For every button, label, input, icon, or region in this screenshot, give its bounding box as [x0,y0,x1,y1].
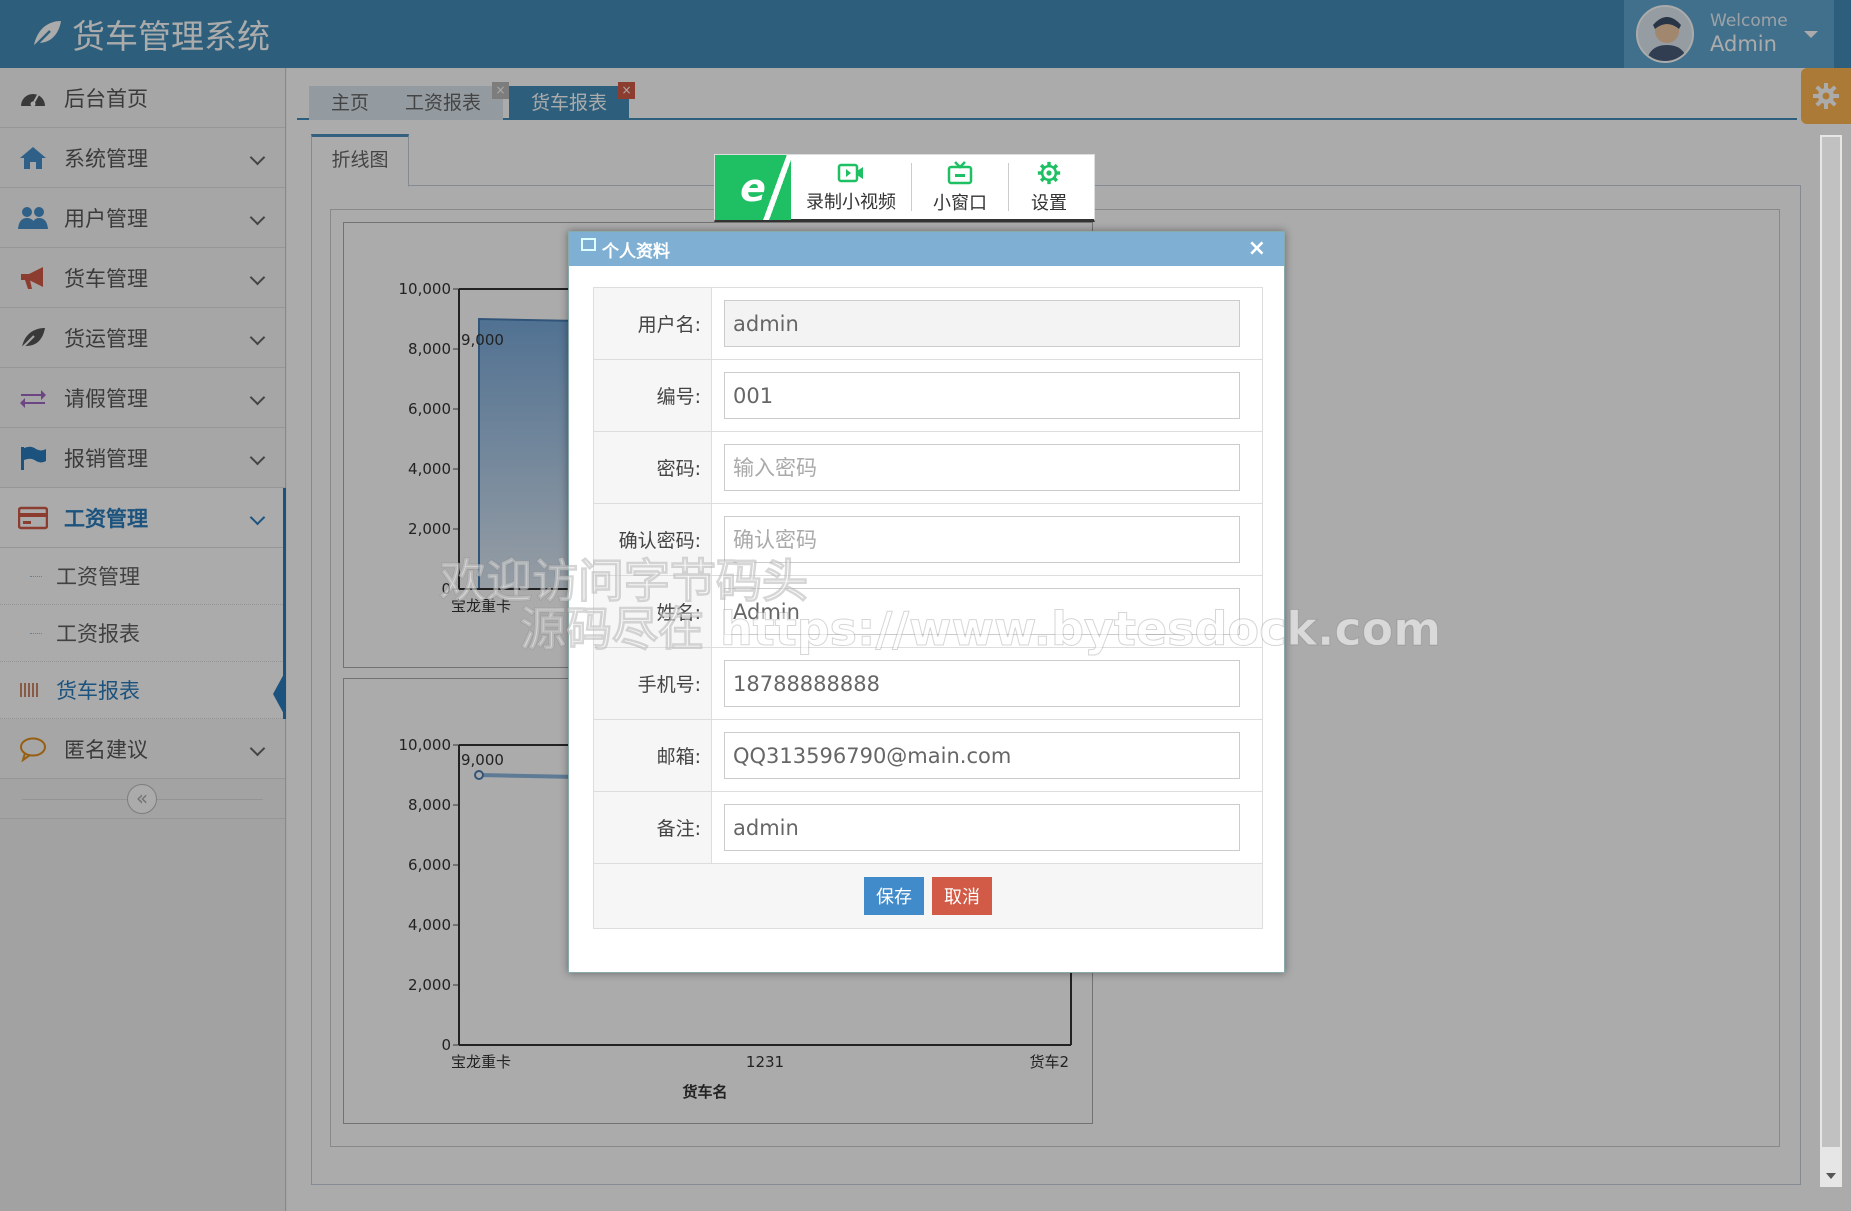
video-camera-icon [837,163,863,182]
username-field[interactable] [724,300,1240,347]
scrollbar-thumb[interactable] [1822,137,1840,1147]
password-label: 密码: [594,432,712,503]
close-icon[interactable]: × [1248,236,1266,261]
profile-form: 用户名: 编号: 密码: 确认密码: 姓名: 手机号: 邮箱: 备注: [593,287,1263,929]
window-icon [581,237,596,251]
remark-label: 备注: [594,792,712,863]
scroll-down-icon[interactable] [1826,1173,1836,1179]
toolbar-settings-button[interactable]: 设置 [1009,155,1089,220]
password-field[interactable] [724,444,1240,491]
dialog-title: 个人资料 [602,241,670,262]
form-row-password: 密码: [594,432,1262,504]
form-row-remark: 备注: [594,792,1262,864]
record-video-button[interactable]: 录制小视频 [791,155,911,220]
email-label: 邮箱: [594,720,712,791]
remark-field[interactable] [724,804,1240,851]
form-row-confirm-password: 确认密码: [594,504,1262,576]
number-field[interactable] [724,372,1240,419]
phone-label: 手机号: [594,648,712,719]
mini-window-button[interactable]: 小窗口 [912,155,1008,220]
save-button[interactable]: 保存 [864,877,924,915]
toolbar-settings-label: 设置 [1031,192,1067,214]
floating-toolbar: e 录制小视频 小窗口 设置 [714,154,1095,222]
mini-window-label: 小窗口 [933,192,987,214]
email-field[interactable] [724,732,1240,779]
form-row-number: 编号: [594,360,1262,432]
username-label: 用户名: [594,288,712,359]
confirm-password-field[interactable] [724,516,1240,563]
browser-logo: e [715,155,791,220]
form-actions: 保存 取消 [594,864,1262,928]
dialog-header: 个人资料 × [569,232,1284,266]
form-row-name: 姓名: [594,576,1262,648]
gear-icon [1037,161,1061,184]
name-label: 姓名: [594,576,712,647]
cancel-button[interactable]: 取消 [932,877,992,915]
profile-dialog: 个人资料 × 用户名: 编号: 密码: 确认密码: 姓名: 手机号: 邮箱: [568,231,1285,973]
phone-field[interactable] [724,660,1240,707]
form-row-username: 用户名: [594,288,1262,360]
confirm-password-label: 确认密码: [594,504,712,575]
name-field[interactable] [724,588,1240,635]
page-scrollbar[interactable] [1820,135,1842,1187]
number-label: 编号: [594,360,712,431]
record-video-label: 录制小视频 [806,191,896,213]
form-row-phone: 手机号: [594,648,1262,720]
tv-icon [947,160,973,184]
form-row-email: 邮箱: [594,720,1262,792]
